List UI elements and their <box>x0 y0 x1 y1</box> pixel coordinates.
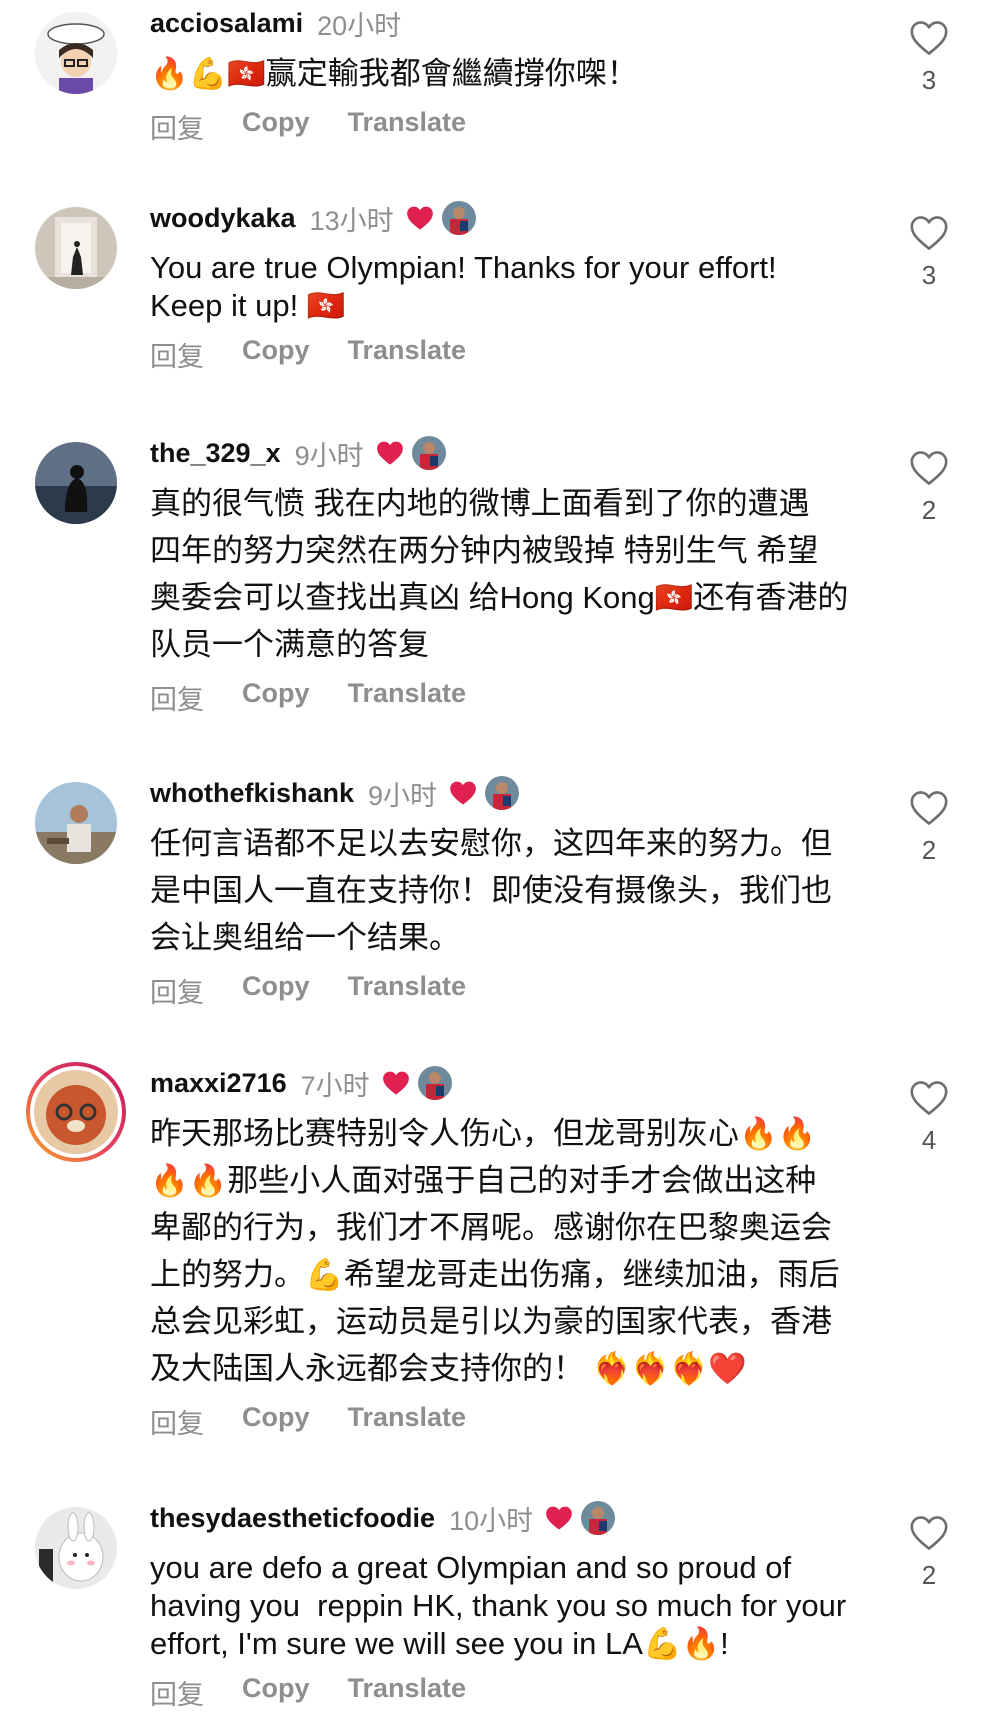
comment-actions: 回复 Copy Translate <box>150 335 889 374</box>
copy-button[interactable]: Copy <box>242 971 310 1010</box>
copy-button[interactable]: Copy <box>242 678 310 717</box>
heart-outline-icon[interactable] <box>909 215 949 251</box>
timestamp: 7小时 <box>300 1070 370 1101</box>
comment-header: maxxi2716 7小时 <box>150 1064 889 1102</box>
comment-text: You are true Olympian! Thanks for your e… <box>150 250 777 323</box>
avatar[interactable] <box>35 782 117 864</box>
timestamp: 13小时 <box>309 205 394 236</box>
creator-avatar <box>441 201 476 235</box>
translate-button[interactable]: Translate <box>348 678 467 717</box>
comment-actions: 回复 Copy Translate <box>150 1402 889 1441</box>
creator-avatar <box>417 1066 452 1100</box>
comment-actions: 回复 Copy Translate <box>150 678 889 717</box>
reply-button[interactable]: 回复 <box>150 107 204 146</box>
comment-header: whothefkishank 9小时 <box>150 774 889 812</box>
heart-outline-icon[interactable] <box>909 1080 949 1116</box>
heart-outline-icon[interactable] <box>909 790 949 826</box>
comment-text: 🔥💪🇭🇰赢定輸我都會繼續撐你㗎！ <box>150 56 638 91</box>
creator-heart-icon <box>382 1071 409 1095</box>
comment-text: 昨天那场比赛特别令人伤心，但龙哥别灰心🔥🔥 🔥🔥那些小人面对强于自己的对手才会做… <box>150 1116 840 1386</box>
translate-button[interactable]: Translate <box>348 1402 467 1441</box>
username[interactable]: whothefkishank <box>150 778 354 809</box>
username[interactable]: maxxi2716 <box>150 1068 287 1099</box>
creator-avatar <box>411 436 446 470</box>
timestamp: 20小时 <box>317 10 402 41</box>
comment-text: you are defo a great Olympian and so pro… <box>150 1550 847 1661</box>
like-count: 2 <box>921 495 937 525</box>
reply-button[interactable]: 回复 <box>150 971 204 1010</box>
like-control: 2 <box>899 790 959 866</box>
username[interactable]: the_329_x <box>150 438 281 469</box>
comment-header: the_329_x 9小时 <box>150 434 889 472</box>
avatar[interactable] <box>35 207 117 289</box>
copy-button[interactable]: Copy <box>242 335 310 374</box>
like-count: 2 <box>921 1560 937 1590</box>
username[interactable]: acciosalami <box>150 8 303 39</box>
heart-outline-icon[interactable] <box>909 1515 949 1551</box>
creator-heart-icon <box>546 1506 572 1530</box>
comment-actions: 回复 Copy Translate <box>150 1673 889 1712</box>
comment-header: thesydaestheticfoodie 10小时 <box>150 1499 889 1537</box>
avatar[interactable] <box>35 442 117 524</box>
copy-button[interactable]: Copy <box>242 1402 310 1441</box>
reply-button[interactable]: 回复 <box>150 1402 204 1441</box>
comment-actions: 回复 Copy Translate <box>150 107 889 146</box>
like-count: 3 <box>921 65 937 95</box>
translate-button[interactable]: Translate <box>348 1673 467 1712</box>
timestamp: 9小时 <box>368 780 438 811</box>
like-count: 2 <box>921 835 937 865</box>
creator-heart-icon <box>376 441 403 465</box>
reply-button[interactable]: 回复 <box>150 1673 204 1712</box>
like-control: 4 <box>899 1080 959 1156</box>
comment-header: acciosalami 20小时 <box>150 4 889 42</box>
timestamp: 9小时 <box>294 440 364 471</box>
like-control: 3 <box>899 20 959 96</box>
comment-header: woodykaka 13小时 <box>150 199 889 237</box>
username[interactable]: woodykaka <box>150 203 296 234</box>
username[interactable]: thesydaestheticfoodie <box>150 1503 435 1534</box>
timestamp: 10小时 <box>449 1505 534 1536</box>
comment-text: 任何言语都不足以去安慰你，这四年来的努力。但 是中国人一直在支持你！即使没有摄像… <box>150 826 832 955</box>
copy-button[interactable]: Copy <box>242 107 310 146</box>
like-control: 2 <box>899 1515 959 1591</box>
avatar[interactable] <box>35 1507 117 1589</box>
like-control: 2 <box>899 450 959 526</box>
translate-button[interactable]: Translate <box>348 107 467 146</box>
like-count: 4 <box>921 1125 937 1155</box>
creator-heart-icon <box>450 781 476 805</box>
comment-text: 真的很气愤 我在内地的微博上面看到了你的遭遇 四年的努力突然在两分钟内被毁掉 特… <box>150 486 849 662</box>
translate-button[interactable]: Translate <box>348 335 467 374</box>
copy-button[interactable]: Copy <box>242 1673 310 1712</box>
comment-actions: 回复 Copy Translate <box>150 971 889 1010</box>
creator-avatar <box>581 1501 616 1535</box>
reply-button[interactable]: 回复 <box>150 335 204 374</box>
creator-heart-icon <box>406 206 433 230</box>
heart-outline-icon[interactable] <box>909 450 949 486</box>
heart-outline-icon[interactable] <box>909 20 949 56</box>
creator-avatar <box>485 776 520 810</box>
avatar[interactable] <box>35 12 117 94</box>
translate-button[interactable]: Translate <box>348 971 467 1010</box>
like-count: 3 <box>921 260 937 290</box>
reply-button[interactable]: 回复 <box>150 678 204 717</box>
like-control: 3 <box>899 215 959 291</box>
avatar-story-ring[interactable] <box>24 1060 128 1164</box>
